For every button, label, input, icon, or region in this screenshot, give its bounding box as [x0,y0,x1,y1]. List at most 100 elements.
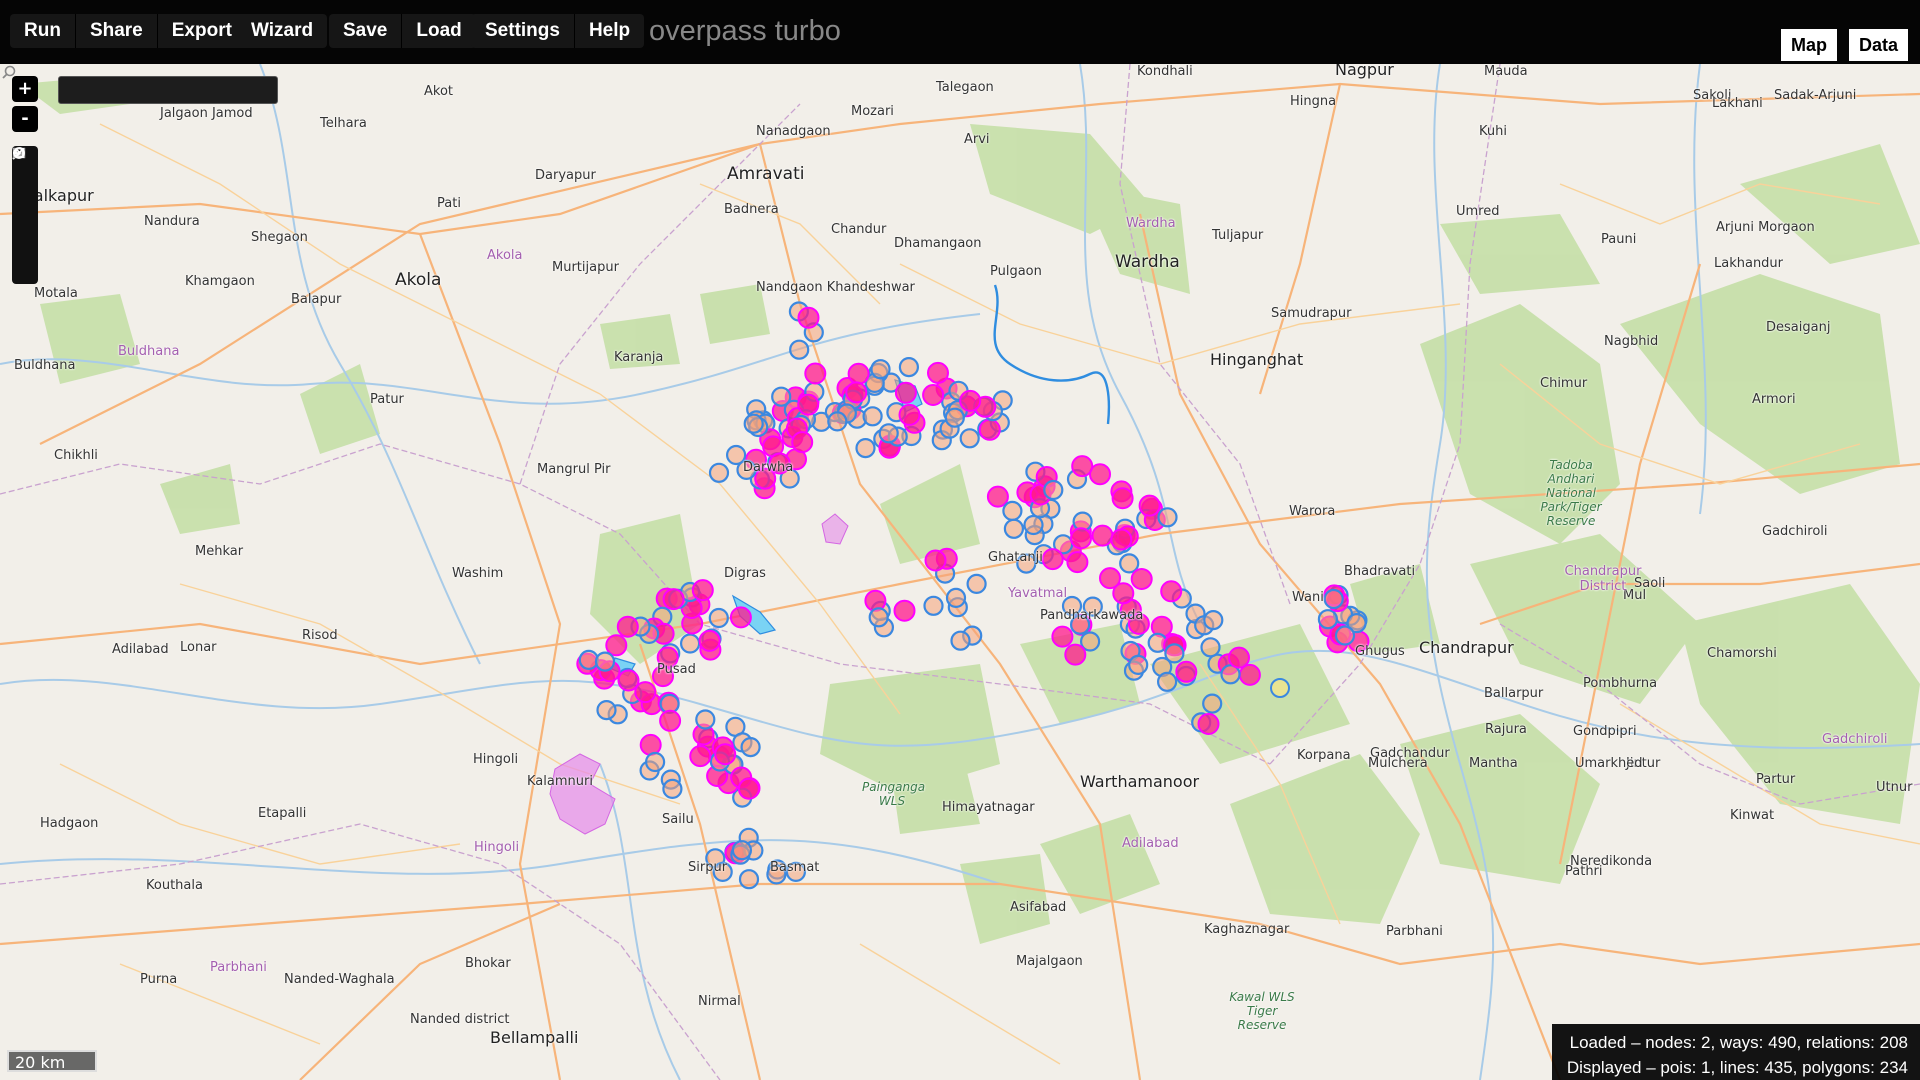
way-marker[interactable] [870,359,891,380]
search-icon[interactable] [0,64,18,82]
poi-marker[interactable] [1228,646,1250,669]
way-marker[interactable] [1200,637,1221,658]
way-marker[interactable] [950,630,971,651]
way-marker[interactable] [596,699,617,721]
poi-marker[interactable] [737,777,760,800]
poi-marker[interactable] [1041,548,1064,571]
poi-marker[interactable] [893,599,916,622]
way-marker[interactable] [743,413,764,434]
poi-marker[interactable] [1110,528,1133,551]
way-marker[interactable] [923,595,944,616]
way-marker[interactable] [1119,553,1140,574]
way-marker[interactable] [1156,671,1178,692]
poi-marker[interactable] [1130,568,1153,590]
way-marker[interactable] [738,869,760,890]
map-view-button[interactable]: Map [1780,29,1837,61]
poi-marker[interactable] [698,629,721,652]
poi-marker[interactable] [1070,527,1092,550]
poi-marker[interactable] [847,362,870,385]
way-marker[interactable] [1023,514,1044,536]
way-marker[interactable] [827,411,848,432]
way-marker[interactable] [644,751,666,773]
way-marker[interactable] [708,462,730,483]
way-marker[interactable] [944,407,965,428]
poi-marker[interactable] [959,389,982,412]
poi-marker[interactable] [804,362,827,385]
way-marker[interactable] [898,357,920,378]
poi-marker[interactable] [639,733,662,756]
poi-marker[interactable] [659,709,682,732]
poi-marker[interactable] [729,606,752,629]
way-marker[interactable] [1043,479,1064,501]
search-input[interactable] [58,76,278,104]
poi-marker[interactable] [922,384,945,406]
way-marker[interactable] [1157,507,1178,528]
way-marker[interactable] [878,423,899,444]
way-marker[interactable] [679,633,701,654]
way-marker[interactable] [1323,588,1344,610]
way-marker[interactable] [855,438,876,459]
poi-marker[interactable] [662,588,685,611]
way-marker[interactable] [740,736,761,758]
poi-marker[interactable] [1099,567,1121,590]
circle-icon[interactable] [12,147,38,202]
poi-marker[interactable] [605,634,628,657]
way-marker[interactable] [1003,518,1025,539]
export-icon[interactable] [12,148,38,254]
way-marker[interactable] [1002,500,1023,521]
poi-marker[interactable] [714,743,737,766]
help-button[interactable]: Help [574,14,645,48]
way-marker[interactable] [708,607,729,629]
way-marker[interactable] [945,587,967,609]
poi-marker[interactable] [689,745,712,768]
poi-marker[interactable] [691,579,714,602]
way-marker[interactable] [1128,654,1149,676]
way-marker[interactable] [1203,609,1224,631]
way-marker[interactable] [594,651,616,672]
way-marker[interactable] [966,573,987,595]
poi-marker[interactable] [986,485,1009,508]
way-marker[interactable] [695,709,716,730]
wizard-button[interactable]: Wizard [237,14,328,48]
save-button[interactable]: Save [329,14,403,48]
poi-marker[interactable] [797,306,820,329]
zoom-out-button[interactable]: - [12,106,38,132]
poi-marker[interactable] [894,381,917,404]
map-view[interactable]: Akot Jalgaon Jamod Telhara Amravati Tale… [0,64,1920,1080]
share-button[interactable]: Share [75,14,158,48]
poi-marker[interactable] [797,393,820,416]
way-marker[interactable] [959,428,980,449]
poi-marker[interactable] [1197,713,1220,735]
poi-marker[interactable] [1066,551,1089,574]
way-marker[interactable] [1164,643,1185,664]
poi-marker[interactable] [1175,660,1198,683]
data-view-button[interactable]: Data [1848,29,1908,61]
image-icon[interactable] [12,147,38,228]
export-button[interactable]: Export [157,14,246,48]
way-marker[interactable] [1334,625,1356,646]
load-button[interactable]: Load [402,14,476,48]
way-marker[interactable] [662,778,683,800]
poi-marker[interactable] [845,381,868,404]
poi-marker[interactable] [978,418,1001,441]
poi-marker[interactable] [1091,524,1114,547]
way-marker[interactable] [868,607,889,628]
poi-marker[interactable] [616,615,639,638]
no-entry-icon[interactable] [12,147,38,280]
way-marker[interactable] [862,406,883,427]
way-marker[interactable] [789,339,810,360]
way-marker[interactable] [1317,609,1339,630]
poi-marker[interactable] [791,431,814,454]
poi-marker[interactable] [1051,625,1074,648]
settings-button[interactable]: Settings [471,14,575,48]
run-button[interactable]: Run [10,14,76,48]
poi-marker[interactable] [1138,494,1161,517]
poi-marker[interactable] [1238,663,1261,686]
poi-marker[interactable] [927,361,949,384]
way-marker[interactable] [771,386,792,407]
poi-marker[interactable] [898,403,921,426]
poi-marker[interactable] [1111,487,1134,510]
poi-marker[interactable] [1064,643,1087,666]
poi-marker[interactable] [1071,455,1094,478]
poi-marker[interactable] [924,549,947,572]
